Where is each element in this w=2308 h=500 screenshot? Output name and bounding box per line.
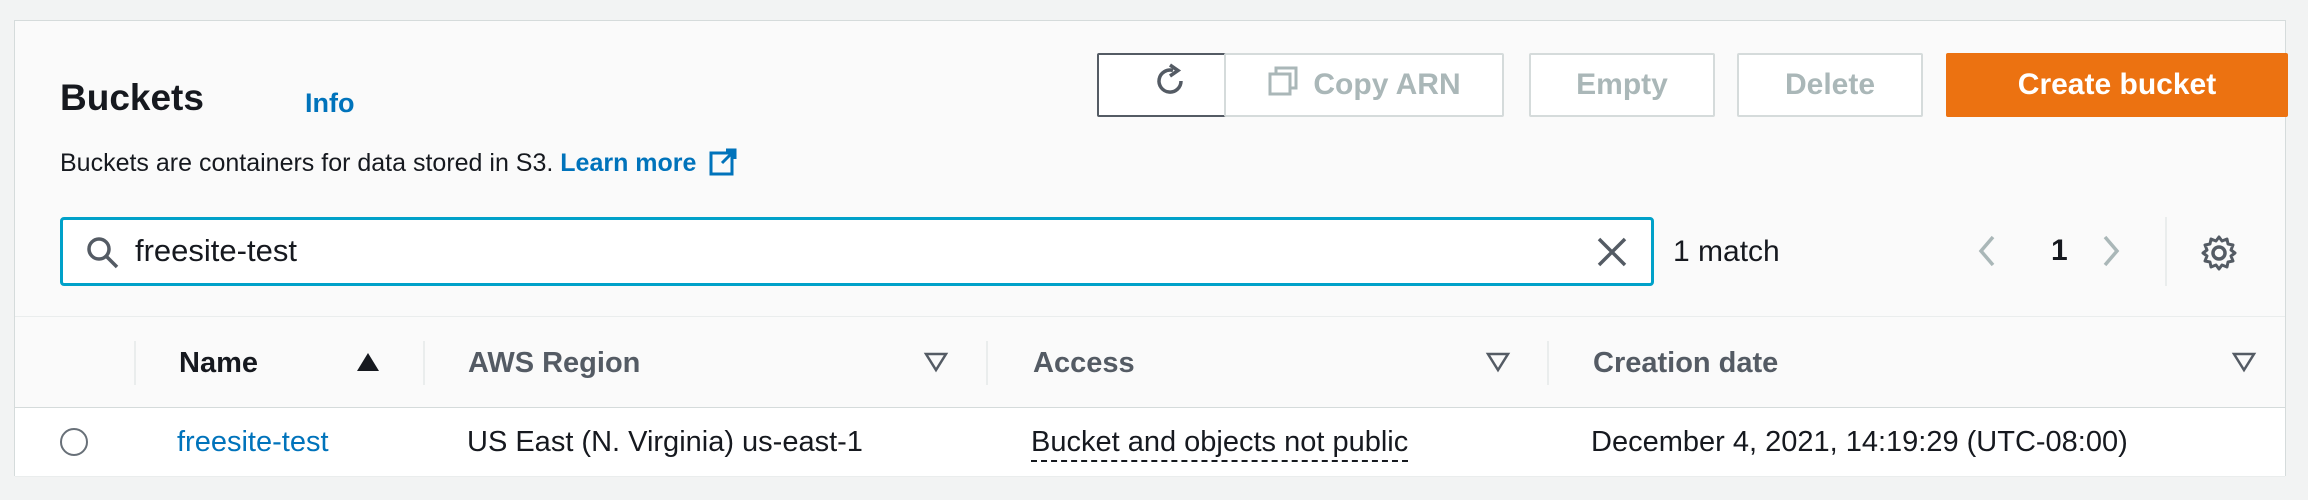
clear-search-icon[interactable] (1593, 233, 1631, 276)
bucket-region: US East (N. Virginia) us-east-1 (467, 426, 863, 458)
column-divider (1547, 341, 1549, 385)
sort-icon[interactable] (2231, 350, 2257, 379)
copy-arn-label: Copy ARN (1313, 68, 1461, 101)
bucket-name-link[interactable]: freesite-test (177, 408, 329, 477)
sort-icon[interactable] (1485, 350, 1511, 379)
column-divider (986, 341, 988, 385)
create-bucket-label: Create bucket (2017, 68, 2217, 101)
column-divider (423, 341, 425, 385)
sort-icon[interactable] (923, 350, 949, 379)
current-page-number[interactable]: 1 (2051, 231, 2068, 271)
buckets-panel: Buckets Info Buckets are containers for … (14, 20, 2288, 477)
learn-more-link[interactable]: Learn more (560, 148, 738, 177)
search-icon (85, 235, 121, 276)
delete-label: Delete (1784, 68, 1876, 101)
column-divider (134, 341, 136, 385)
table-header: Name AWS Region Access Creation date (15, 316, 2285, 408)
create-bucket-button[interactable]: Create bucket (1946, 53, 2288, 117)
next-page-icon[interactable] (2097, 231, 2125, 276)
page-description: Buckets are containers for data stored i… (60, 146, 738, 186)
refresh-icon (1151, 62, 1189, 108)
copy-arn-button[interactable]: Copy ARN (1224, 53, 1504, 117)
column-header-access[interactable]: Access (1033, 317, 1135, 409)
column-header-creation-date[interactable]: Creation date (1593, 317, 1778, 409)
column-header-name[interactable]: Name (179, 317, 258, 409)
match-count: 1 match (1673, 235, 1780, 268)
description-text: Buckets are containers for data stored i… (60, 149, 554, 177)
copy-icon (1267, 65, 1299, 105)
external-link-icon (708, 147, 738, 186)
empty-button[interactable]: Empty (1529, 53, 1715, 117)
info-link[interactable]: Info (305, 86, 354, 120)
row-select-radio[interactable] (60, 428, 88, 456)
delete-button[interactable]: Delete (1737, 53, 1923, 117)
empty-label: Empty (1576, 68, 1668, 101)
sort-ascending-icon[interactable] (355, 350, 381, 379)
page-title: Buckets (60, 77, 204, 118)
bucket-access[interactable]: Bucket and objects not public (1031, 408, 1409, 477)
table-row[interactable]: freesite-test US East (N. Virginia) us-e… (15, 408, 2285, 477)
search-input[interactable] (135, 228, 1535, 274)
bucket-creation-date: December 4, 2021, 14:19:29 (UTC-08:00) (1591, 426, 2128, 458)
previous-page-icon[interactable] (1973, 231, 2001, 276)
column-header-region[interactable]: AWS Region (468, 317, 640, 409)
gear-icon[interactable] (2199, 233, 2239, 278)
search-field[interactable] (60, 217, 1654, 286)
learn-more-label: Learn more (560, 149, 697, 177)
refresh-button[interactable] (1097, 53, 1243, 117)
bucket-access-label: Bucket and objects not public (1031, 426, 1409, 462)
pager-divider (2165, 217, 2167, 286)
